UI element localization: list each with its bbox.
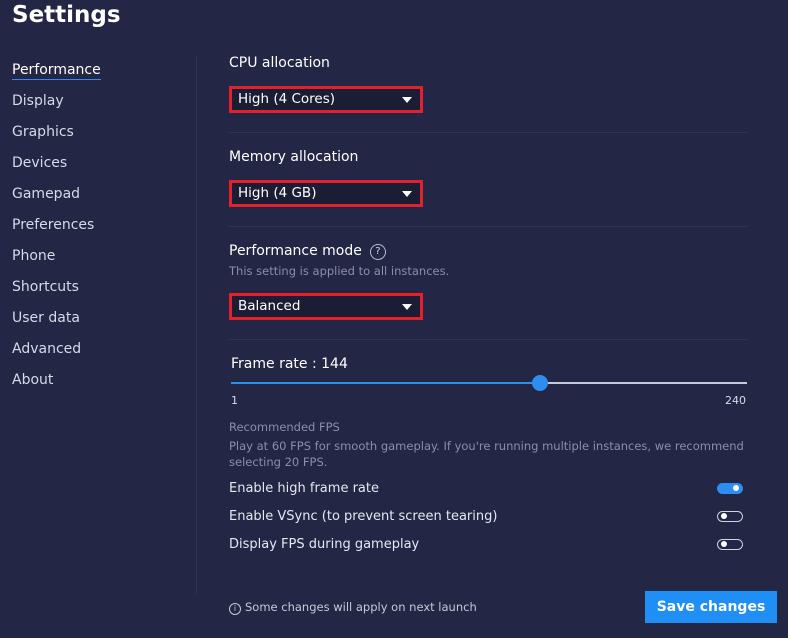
section-divider	[229, 226, 747, 227]
sidebar-item-shortcuts[interactable]: Shortcuts	[12, 278, 192, 309]
sidebar-item-phone[interactable]: Phone	[12, 247, 192, 278]
cpu-allocation-dropdown[interactable]: High (4 Cores)	[229, 86, 423, 113]
sidebar-item-performance[interactable]: Performance	[12, 61, 192, 92]
display-fps-label: Display FPS during gameplay	[229, 537, 420, 552]
performance-mode-label: Performance mode	[229, 243, 362, 259]
sidebar-item-label: Shortcuts	[12, 279, 79, 295]
sidebar-item-about[interactable]: About	[12, 371, 192, 402]
info-circle-icon: i	[229, 603, 241, 615]
sidebar-item-graphics[interactable]: Graphics	[12, 123, 192, 154]
memory-allocation-dropdown[interactable]: High (4 GB)	[229, 180, 423, 207]
vsync-toggle[interactable]	[717, 511, 743, 522]
sidebar-item-label: Display	[12, 93, 64, 109]
performance-mode-value: Balanced	[238, 298, 301, 314]
sidebar-item-user-data[interactable]: User data	[12, 309, 192, 340]
display-fps-toggle[interactable]	[717, 539, 743, 550]
sidebar-item-label: Gamepad	[12, 186, 81, 202]
caret-down-icon	[402, 304, 412, 310]
frame-rate-max-label: 240	[725, 394, 746, 407]
question-circle-icon[interactable]: ?	[369, 244, 386, 260]
sidebar-item-display[interactable]: Display	[12, 92, 192, 123]
caret-down-icon	[402, 191, 412, 197]
sidebar-item-label: Graphics	[12, 124, 74, 140]
memory-allocation-label: Memory allocation	[229, 149, 359, 165]
frame-rate-slider[interactable]	[231, 375, 747, 391]
frame-rate-min-label: 1	[231, 394, 238, 407]
sidebar-item-devices[interactable]: Devices	[12, 154, 192, 185]
sidebar-item-advanced[interactable]: Advanced	[12, 340, 192, 371]
performance-mode-dropdown[interactable]: Balanced	[229, 293, 423, 320]
page-title: Settings	[12, 2, 121, 28]
performance-mode-sublabel: This setting is applied to all instances…	[229, 264, 450, 278]
cpu-allocation-value: High (4 Cores)	[238, 91, 336, 107]
toggle-knob	[721, 513, 727, 519]
frame-rate-slider-fill	[231, 382, 540, 384]
save-changes-button[interactable]: Save changes	[645, 591, 777, 623]
recommended-fps-text: Play at 60 FPS for smooth gameplay. If y…	[229, 439, 744, 469]
section-divider	[229, 339, 747, 340]
sidebar-item-label: Advanced	[12, 341, 82, 357]
vsync-label: Enable VSync (to prevent screen tearing)	[229, 509, 498, 524]
settings-sidebar: Performance Display Graphics Devices Gam…	[12, 61, 192, 402]
sidebar-item-label: Phone	[12, 248, 56, 264]
caret-down-icon	[402, 97, 412, 103]
high-frame-rate-toggle[interactable]	[717, 483, 743, 494]
sidebar-item-label: User data	[12, 310, 80, 326]
recommended-fps-title: Recommended FPS	[229, 420, 340, 434]
sidebar-item-label: Devices	[12, 155, 68, 171]
toggle-knob	[733, 485, 739, 491]
sidebar-item-label: About	[12, 372, 54, 388]
sidebar-item-label: Performance	[12, 62, 101, 80]
sidebar-divider	[196, 55, 197, 595]
section-divider	[229, 132, 747, 133]
launch-note: i Some changes will apply on next launch	[229, 600, 477, 615]
cpu-allocation-label: CPU allocation	[229, 55, 330, 71]
memory-allocation-value: High (4 GB)	[238, 185, 317, 201]
frame-rate-label: Frame rate : 144	[231, 356, 348, 372]
performance-mode-label-row: Performance mode?	[229, 243, 386, 260]
sidebar-item-label: Preferences	[12, 217, 95, 233]
sidebar-item-preferences[interactable]: Preferences	[12, 216, 192, 247]
toggle-knob	[721, 541, 727, 547]
high-frame-rate-label: Enable high frame rate	[229, 481, 379, 496]
frame-rate-slider-handle[interactable]	[531, 375, 548, 391]
launch-note-text: Some changes will apply on next launch	[245, 600, 477, 614]
sidebar-item-gamepad[interactable]: Gamepad	[12, 185, 192, 216]
